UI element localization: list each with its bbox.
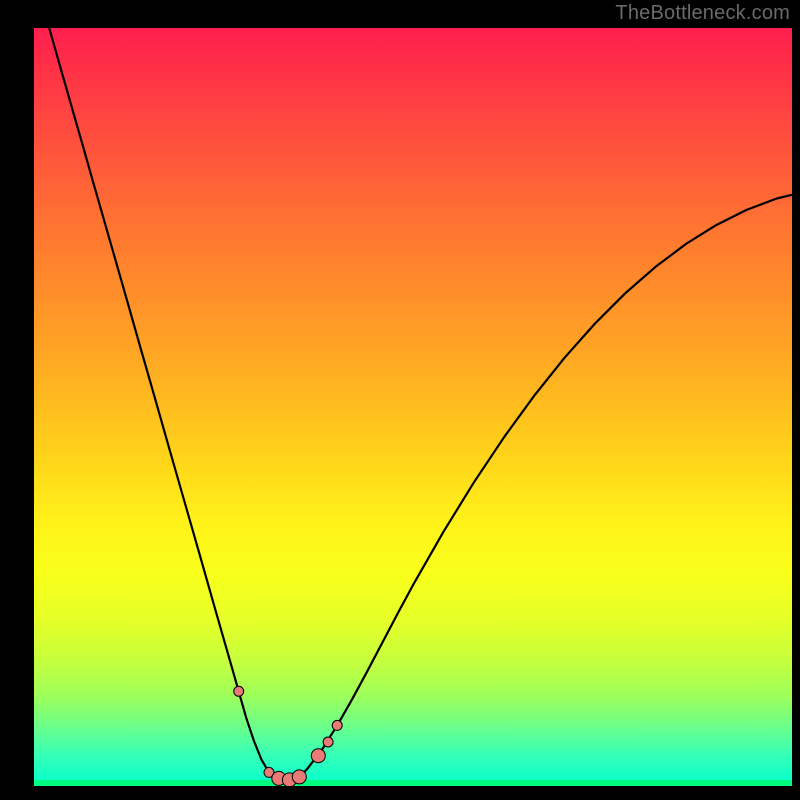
- bottleneck-curve: [49, 28, 792, 782]
- plot-area: [34, 28, 792, 786]
- marker-point: [234, 686, 244, 696]
- marker-point: [323, 737, 333, 747]
- watermark-text: TheBottleneck.com: [615, 2, 790, 25]
- curve-svg: [34, 28, 792, 786]
- highlight-markers: [234, 686, 343, 786]
- chart-frame: TheBottleneck.com: [0, 0, 800, 800]
- marker-point: [311, 749, 325, 763]
- marker-point: [292, 770, 306, 784]
- marker-point: [332, 720, 342, 730]
